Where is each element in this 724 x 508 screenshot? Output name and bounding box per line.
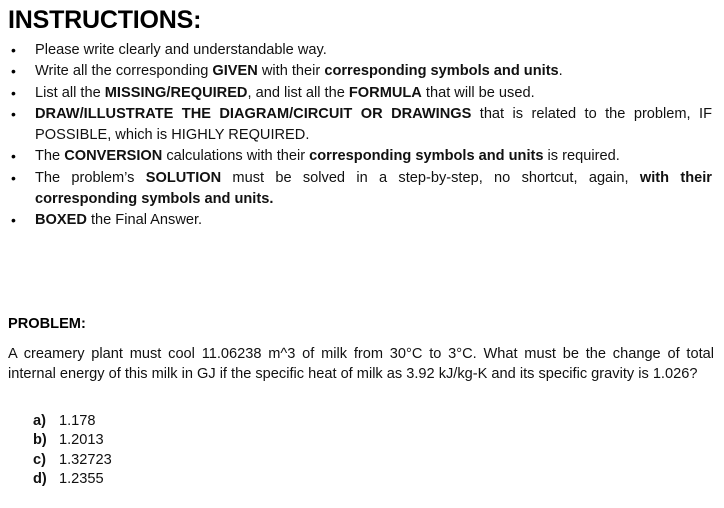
answer-option-label: b) [33, 432, 47, 449]
answer-option-label: a) [33, 413, 46, 429]
instruction-item-missing-required-formula: • List all the MISSING/REQUIRED, and list… [0, 83, 724, 104]
instruction-emphasis: BOXED [35, 212, 87, 229]
instruction-text: Write all the corresponding GIVEN with t… [35, 61, 712, 82]
bullet-icon: • [11, 169, 16, 186]
instruction-text: BOXED the Final Answer. [35, 210, 712, 231]
instruction-run: must be solved in a step-by-step, no sho… [221, 169, 640, 186]
answer-option[interactable]: b) 1.2013 [33, 431, 112, 450]
answer-option-label: d) [33, 471, 47, 488]
instruction-text: DRAW/ILLUSTRATE THE DIAGRAM/CIRCUIT OR D… [35, 104, 712, 147]
bullet-icon: • [11, 148, 16, 165]
instruction-run: Write all the corresponding [35, 63, 213, 80]
answer-option[interactable]: a) 1.178 [33, 412, 112, 431]
instruction-item-boxed-final-answer: • BOXED the Final Answer. [0, 210, 724, 231]
instruction-emphasis: MISSING/REQUIRED [104, 84, 248, 101]
answer-option-value: 1.2013 [59, 432, 104, 449]
instruction-run: calculations with their [162, 148, 310, 165]
instruction-item-write-clearly: • Please write clearly and understandable… [0, 40, 724, 61]
instruction-run: with their [257, 63, 325, 80]
answer-option-label: c) [33, 451, 46, 468]
instruction-emphasis: DRAW/ILLUSTRATE THE DIAGRAM/CIRCUIT OR D… [35, 105, 472, 122]
bullet-icon: • [11, 63, 16, 80]
instruction-emphasis: corresponding symbols and units [309, 148, 544, 165]
instruction-emphasis: corresponding symbols and units [324, 63, 559, 80]
instruction-run: that will be used. [421, 84, 535, 101]
instruction-run: The [35, 148, 65, 165]
answer-option-value: 1.2355 [59, 471, 104, 488]
answer-option[interactable]: d) 1.2355 [33, 470, 112, 489]
instruction-run: , and list all the [247, 84, 349, 101]
instruction-item-draw-illustrate-diagram: • DRAW/ILLUSTRATE THE DIAGRAM/CIRCUIT OR … [0, 104, 724, 147]
bullet-icon: • [11, 105, 16, 122]
document-page: INSTRUCTIONS: • Please write clearly and … [0, 0, 724, 508]
instruction-item-given-symbols-units: • Write all the corresponding GIVEN with … [0, 61, 724, 82]
problem-text: A creamery plant must cool 11.06238 m^3 … [8, 346, 714, 382]
instruction-run: The problem’s [35, 169, 146, 186]
instruction-run: . [558, 63, 563, 80]
instruction-run: Please write clearly and understandable … [35, 42, 327, 58]
answer-options-list: a) 1.178 b) 1.2013 c) 1.32723 d) 1.2355 [33, 412, 112, 490]
instruction-text: The CONVERSION calculations with their c… [35, 146, 712, 167]
instruction-item-solution-step-by-step: • The problem’s SOLUTION must be solved i… [0, 168, 724, 211]
page-title: INSTRUCTIONS: [8, 6, 202, 34]
answer-option-value: 1.178 [59, 413, 96, 429]
instruction-text: List all the MISSING/REQUIRED, and list … [35, 83, 712, 104]
bullet-icon: • [11, 84, 16, 101]
instruction-emphasis: SOLUTION [145, 169, 222, 186]
bullet-icon: • [11, 212, 16, 229]
instruction-emphasis: FORMULA [348, 84, 422, 101]
bullet-icon: • [11, 42, 16, 58]
instructions-list: • Please write clearly and understandable… [0, 40, 724, 232]
problem-statement: A creamery plant must cool 11.06238 m^3 … [8, 345, 714, 384]
instruction-run: is required. [543, 148, 620, 165]
instruction-text: The problem’s SOLUTION must be solved in… [35, 168, 712, 211]
instruction-text: Please write clearly and understandable … [35, 40, 712, 61]
instruction-run: the Final Answer. [86, 212, 203, 229]
problem-heading: PROBLEM: [8, 316, 86, 332]
instruction-item-conversion-calculations: • The CONVERSION calculations with their … [0, 146, 724, 167]
instruction-emphasis: CONVERSION [64, 148, 163, 165]
instruction-emphasis: GIVEN [212, 63, 258, 80]
answer-option-value: 1.32723 [59, 451, 112, 468]
instruction-run: List all the [35, 84, 105, 101]
answer-option[interactable]: c) 1.32723 [33, 451, 112, 470]
